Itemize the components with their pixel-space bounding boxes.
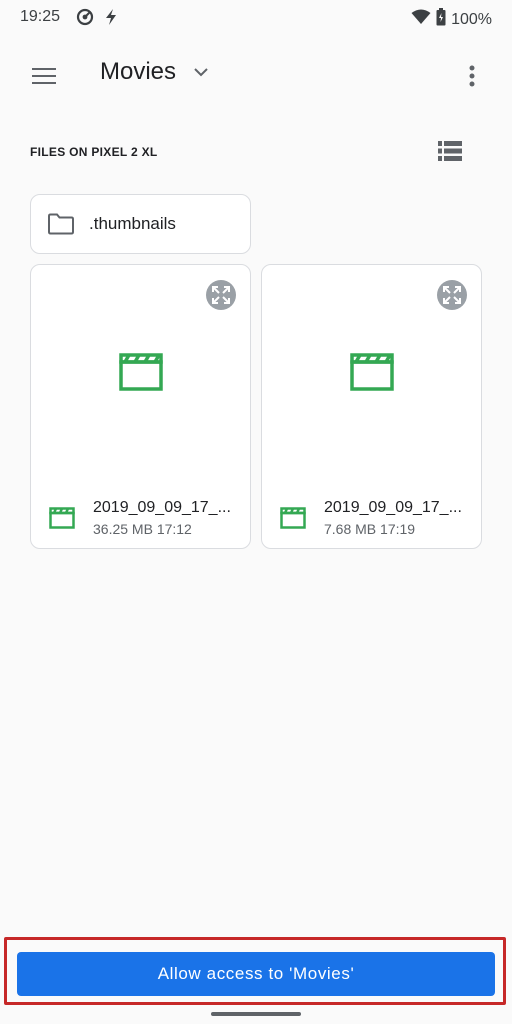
preview-button[interactable] (437, 280, 467, 310)
gesture-nav-handle[interactable] (211, 1012, 301, 1016)
wifi-icon (411, 9, 431, 30)
file-meta: 7.68 MB 17:19 (324, 521, 416, 537)
file-name: 2019_09_09_17_... (93, 499, 231, 516)
app-bar: Movies (0, 48, 512, 104)
page-title: Movies (100, 58, 177, 85)
more-options-button[interactable] (460, 60, 484, 92)
do-not-disturb-icon (76, 8, 94, 31)
folder-icon (48, 213, 74, 235)
title-dropdown[interactable]: Movies (100, 58, 208, 86)
folder-item[interactable]: .thumbnails (30, 194, 251, 254)
movie-icon (280, 507, 306, 529)
file-meta: 36.25 MB 17:12 (93, 521, 192, 537)
status-time: 19:25 (20, 8, 61, 25)
movie-icon (49, 507, 75, 529)
preview-button[interactable] (206, 280, 236, 310)
expand-icon (443, 286, 461, 304)
file-info: 2019_09_09_17_... 36.25 MB 17:12 (49, 497, 240, 541)
dropdown-arrow-icon (194, 67, 208, 76)
file-info: 2019_09_09_17_... 7.68 MB 17:19 (280, 497, 471, 541)
folder-name: .thumbnails (89, 214, 176, 233)
list-view-icon (438, 141, 462, 161)
section-label: FILES ON PIXEL 2 XL (30, 145, 158, 159)
file-name: 2019_09_09_17_... (324, 499, 462, 516)
more-vert-icon (469, 65, 475, 87)
file-card[interactable]: 2019_09_09_17_... 7.68 MB 17:19 (261, 264, 482, 549)
menu-button[interactable] (22, 60, 66, 92)
battery-icon (436, 8, 446, 31)
screen: 19:25 100% Movies FILES ON PIXEL 2 XL .t… (0, 0, 512, 1024)
list-view-button[interactable] (438, 140, 464, 164)
flash-icon (104, 8, 118, 31)
status-bar: 19:25 100% (0, 0, 512, 36)
status-right: 100% (411, 8, 492, 31)
movie-icon (350, 353, 394, 391)
battery-percent: 100% (451, 10, 492, 28)
menu-icon (32, 68, 56, 84)
expand-icon (212, 286, 230, 304)
file-card[interactable]: 2019_09_09_17_... 36.25 MB 17:12 (30, 264, 251, 549)
movie-icon (119, 353, 163, 391)
allow-access-button[interactable]: Allow access to 'Movies' (17, 952, 495, 996)
